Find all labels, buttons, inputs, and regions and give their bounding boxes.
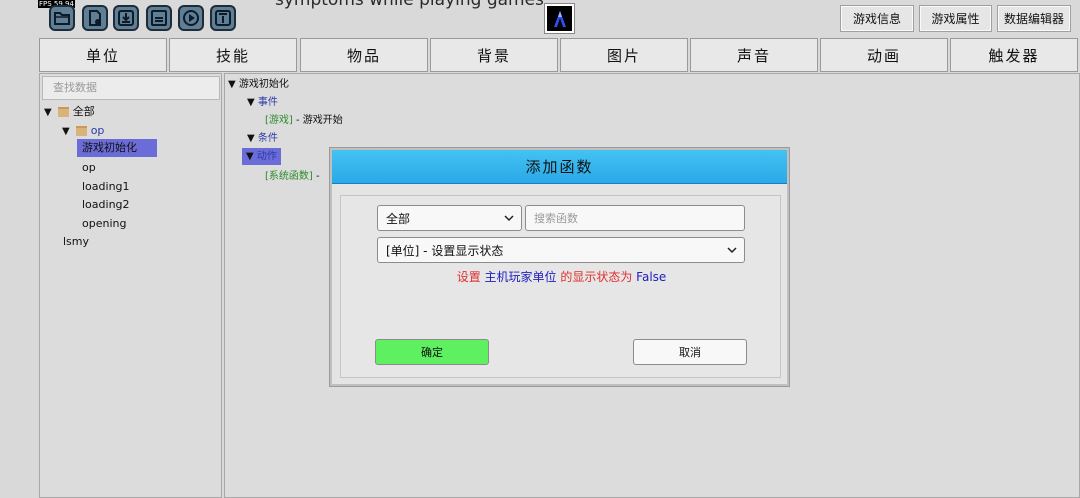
tab-sound[interactable]: 声音 [690,38,818,72]
header-text: symptoms while playing games. [275,0,550,10]
folder-icon [57,107,69,117]
action-section[interactable]: ▼ 动作 [242,148,281,165]
expand-arrow-icon[interactable]: ▼ [247,133,258,144]
tree-item-selected[interactable]: 游戏初始化 [77,139,157,157]
function-search-input[interactable]: 搜索函数 [525,205,745,231]
action-entry[interactable]: [系统函数] - [265,170,320,183]
expand-arrow-icon[interactable]: ▼ [44,107,52,118]
category-tabs: 单位 技能 物品 背景 图片 声音 动画 触发器 [39,38,1080,72]
app-logo-button[interactable] [544,3,575,34]
chevron-down-icon [727,247,737,254]
condition-section[interactable]: ▼ 条件 [247,132,278,145]
event-entry[interactable]: [游戏] - 游戏开始 [265,114,343,127]
play-icon [183,10,199,26]
tree-item[interactable]: opening [82,216,126,231]
save-icon [151,10,167,26]
event-section[interactable]: ▼ 事件 [247,96,278,109]
expand-arrow-icon[interactable]: ▼ [247,97,258,108]
game-info-button[interactable]: 游戏信息 [840,5,914,32]
logo-icon [553,10,566,27]
folder-icon [54,12,70,25]
tab-trigger[interactable]: 触发器 [950,38,1078,72]
tab-background[interactable]: 背景 [430,38,558,72]
trigger-root[interactable]: ▼ 游戏初始化 [228,78,289,91]
search-input[interactable]: 查找数据 [42,76,220,100]
download-icon [118,10,134,26]
tab-unit[interactable]: 单位 [39,38,167,72]
tab-skill[interactable]: 技能 [169,38,297,72]
trigger-tree-panel: 查找数据 ▼ 全部 ▼ op 游戏初始化 op loading1 loading2 … [39,73,222,498]
expand-arrow-icon[interactable]: ▼ [246,151,257,162]
expand-arrow-icon[interactable]: ▼ [62,126,70,137]
function-select[interactable]: [单位] - 设置显示状态 [377,237,745,263]
tree-node-op-folder[interactable]: ▼ op [62,123,104,139]
dialog-title: 添加函数 [332,150,787,184]
tree-item[interactable]: op [82,160,96,175]
export-icon [215,10,231,26]
add-function-dialog: 添加函数 全部 搜索函数 [单位] - 设置显示状态 设置 主机玩家单位 的显示… [330,148,789,386]
tree-item[interactable]: lsmy [63,234,89,249]
save-button[interactable] [146,5,172,31]
param-link[interactable]: 主机玩家单位 [485,270,557,284]
ok-button[interactable]: 确定 [375,339,489,365]
tree-item[interactable]: loading2 [82,197,130,212]
tree-node-all[interactable]: ▼ 全部 [44,104,95,120]
folder-icon [75,126,87,136]
tree-item[interactable]: loading1 [82,179,130,194]
dialog-body: 全部 搜索函数 [单位] - 设置显示状态 设置 主机玩家单位 的显示状态为 F… [340,195,781,378]
play-button[interactable] [178,5,204,31]
expand-arrow-icon[interactable]: ▼ [228,79,239,90]
category-select[interactable]: 全部 [377,205,522,231]
cancel-button[interactable]: 取消 [633,339,747,365]
new-file-button[interactable] [82,5,108,31]
game-props-button[interactable]: 游戏属性 [919,5,992,32]
chevron-down-icon [504,215,514,222]
function-description: 设置 主机玩家单位 的显示状态为 False [456,270,667,284]
top-toolbar: FPS 59.94 symptoms while playing games. … [0,0,1080,38]
new-file-icon [89,10,101,26]
data-editor-button[interactable]: 数据编辑器 [997,5,1071,32]
export-button[interactable] [210,5,236,31]
tab-image[interactable]: 图片 [560,38,688,72]
tab-item[interactable]: 物品 [300,38,428,72]
tab-animation[interactable]: 动画 [820,38,948,72]
param-link[interactable]: False [636,270,666,284]
download-button[interactable] [113,5,139,31]
open-folder-button[interactable] [49,5,75,31]
